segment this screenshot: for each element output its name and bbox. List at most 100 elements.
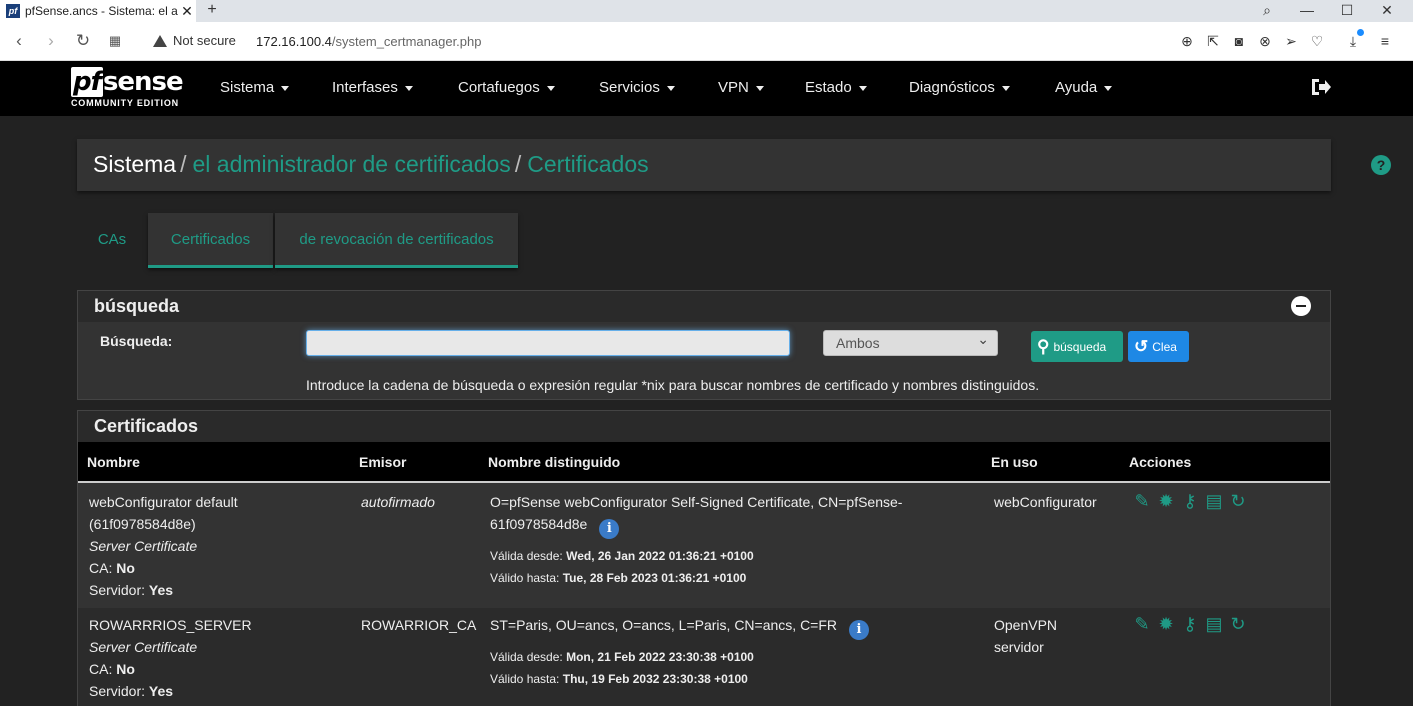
block-icon[interactable]: ⊗ [1256,32,1274,50]
zoom-icon[interactable]: ⊕ [1178,32,1196,50]
logout-icon[interactable] [1310,77,1332,97]
search-button[interactable]: ⚲ búsqueda [1031,331,1123,362]
col-nombre-distinguido[interactable]: Nombre distinguido [488,454,620,470]
nav-servicios[interactable]: Servicios [599,79,675,96]
certificates-panel-title: Certificados [78,411,1330,442]
pfsense-logo[interactable]: pfsense COMMUNITY EDITION [71,67,189,111]
new-tab-icon[interactable]: + [203,0,221,22]
archive-icon[interactable]: ▤ [1203,613,1225,635]
info-icon[interactable]: i [849,620,870,640]
main-navbar: pfsense COMMUNITY EDITION Sistema Interf… [0,61,1413,116]
pencil-icon[interactable]: ✎ [1131,490,1153,512]
cert-type: Server Certificate [89,639,198,655]
caret-down-icon [666,85,675,91]
info-icon[interactable]: i [599,519,620,539]
nav-sistema[interactable]: Sistema [220,79,290,96]
col-en-uso[interactable]: En uso [991,454,1038,470]
certificate-icon[interactable]: ✹ [1155,490,1177,512]
camera-icon[interactable]: ◙ [1230,32,1248,50]
address-bar: ‹ › ↻ ▦ Not secure 172.16.100.4/system_c… [0,22,1413,61]
tab-certificados[interactable]: Certificados [148,213,273,268]
tab-cas[interactable]: CAs [77,213,147,268]
server-label: Servidor: [89,683,146,699]
tab-revocacion[interactable]: de revocación de certificados [275,213,518,268]
dn-text: ST=Paris, OU=ancs, O=ancs, L=Paris, CN=a… [490,617,838,633]
nav-interfases[interactable]: Interfases [332,79,413,96]
back-icon[interactable]: ‹ [8,30,30,52]
security-indicator[interactable]: Not secure [153,33,236,48]
breadcrumb-cert-manager-link[interactable]: el administrador de certificados [192,151,510,177]
download-badge [1357,29,1364,36]
nav-vpn[interactable]: VPN [718,79,764,96]
valid-from: Mon, 21 Feb 2022 23:30:38 +0100 [566,650,754,664]
nav-diagnosticos[interactable]: Diagnósticos [909,79,1010,96]
caret-down-icon [404,85,413,91]
share-icon[interactable]: ⇱ [1204,32,1222,50]
renew-icon[interactable]: ↻ [1227,490,1249,512]
breadcrumb: Sistema / el administrador de certificados… [77,139,1391,191]
apps-grid-icon[interactable]: ▦ [104,30,126,52]
menu-icon[interactable]: ≡ [1376,32,1394,50]
ca-label: CA: [89,661,113,677]
url-host: 172.16.100.4 [256,34,332,49]
collapse-icon[interactable] [1291,296,1311,316]
certificate-icon[interactable]: ✹ [1155,613,1177,635]
search-input[interactable] [306,330,790,356]
search-tabs-icon[interactable]: ⌕ [1252,0,1282,22]
cert-id: (61f0978584d8e) [89,516,196,532]
row-actions: ✎ ✹ ⚷ ▤ ↻ [1131,490,1249,512]
dn-cell: ST=Paris, OU=ancs, O=ancs, L=Paris, CN=a… [490,614,960,690]
tab-title: pfSense.ancs - Sistema: el a [25,4,178,18]
maximize-icon[interactable]: ☐ [1332,0,1362,22]
cert-name: ROWARRRIOS_SERVER [89,617,252,633]
server-value: Yes [148,683,174,699]
reload-icon[interactable]: ↻ [72,30,94,52]
nav-label: Cortafuegos [458,79,540,96]
close-window-icon[interactable]: ✕ [1372,0,1402,22]
heart-icon[interactable]: ♡ [1308,32,1326,50]
issuer-cell: autofirmado [361,491,435,513]
url-field[interactable]: 172.16.100.4/system_certmanager.php [256,34,481,49]
dn-text-cont: 61f0978584d8e [490,516,588,532]
caret-down-icon [858,85,867,91]
browser-tab[interactable]: pf pfSense.ancs - Sistema: el a ✕ [0,0,196,22]
nav-label: Ayuda [1055,79,1098,96]
col-nombre[interactable]: Nombre [87,454,140,470]
search-scope-select[interactable]: Ambos [823,330,998,356]
nav-cortafuegos[interactable]: Cortafuegos [458,79,555,96]
table-row: webConfigurator default (61f0978584d8e) … [78,485,1330,608]
search-icon: ⚲ [1037,336,1050,356]
nav-label: Sistema [220,79,275,96]
caret-down-icon [546,85,555,91]
nav-estado[interactable]: Estado [805,79,867,96]
send-icon[interactable]: ➢ [1282,32,1300,50]
nav-label: Interfases [332,79,398,96]
renew-icon[interactable]: ↻ [1227,613,1249,635]
col-acciones: Acciones [1129,454,1192,470]
certificates-panel: Certificados Nombre Emisor Nombre distin… [77,410,1331,706]
key-icon[interactable]: ⚷ [1179,490,1201,512]
in-use: webConfigurator [994,494,1097,510]
archive-icon[interactable]: ▤ [1203,490,1225,512]
close-tab-icon[interactable]: ✕ [178,3,196,20]
url-path: /system_certmanager.php [331,34,482,49]
clear-button[interactable]: ↺ Clea [1128,331,1189,362]
col-emisor[interactable]: Emisor [359,454,406,470]
valid-to: Tue, 28 Feb 2023 01:36:21 +0100 [562,571,747,585]
valid-from: Wed, 26 Jan 2022 01:36:21 +0100 [566,549,754,563]
nav-label: VPN [718,79,749,96]
breadcrumb-certificates-link[interactable]: Certificados [527,151,648,177]
valid-from-label: Válida desde: [490,650,563,664]
search-button-label: búsqueda [1053,339,1107,354]
minimize-icon[interactable]: — [1292,0,1322,22]
caret-down-icon [281,85,290,91]
search-help-text: Introduce la cadena de búsqueda o expres… [306,377,1040,393]
help-icon[interactable]: ? [1371,155,1391,175]
in-use: OpenVPN [994,617,1058,633]
valid-to-label: Válido hasta: [490,672,560,686]
search-panel-heading: búsqueda [94,296,180,316]
forward-icon[interactable]: › [40,30,62,52]
nav-ayuda[interactable]: Ayuda [1055,79,1113,96]
key-icon[interactable]: ⚷ [1179,613,1201,635]
pencil-icon[interactable]: ✎ [1131,613,1153,635]
